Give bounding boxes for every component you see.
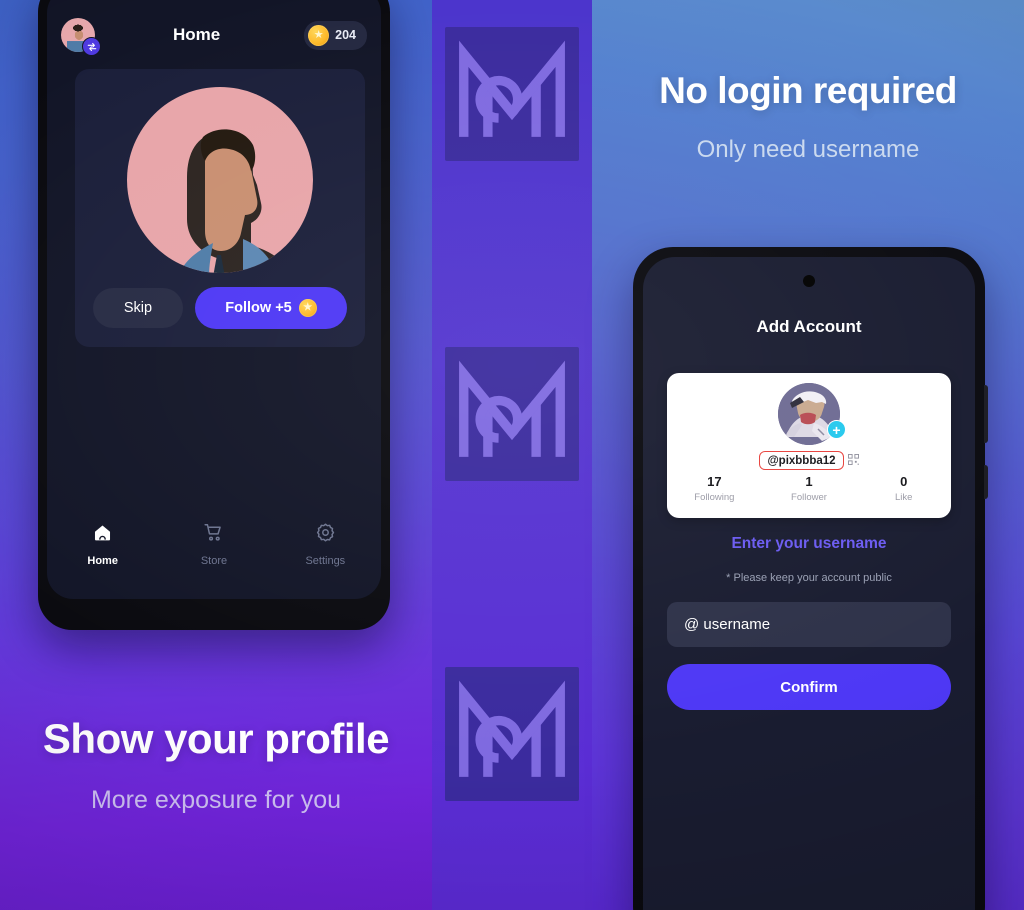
form-heading: Enter your username (731, 535, 887, 552)
left-headline: Show your profile (42, 715, 390, 762)
left-subhead: More exposure for you (90, 786, 342, 814)
skip-button[interactable]: Skip (93, 288, 183, 328)
account-preview-card: + @pixbbba12 17 Following 1 Follower 0 L… (667, 373, 951, 518)
page-title: Home (172, 25, 221, 44)
logo-strip-panel (432, 0, 592, 910)
account-username-row: @pixbbba12 (667, 451, 951, 471)
form-note: * Please keep your account public (726, 572, 892, 584)
app-logo-tile (445, 667, 579, 801)
stat-value: 17 (707, 474, 722, 489)
stat-like: 0 Like (856, 474, 951, 503)
topbar-avatar-group[interactable] (61, 18, 101, 56)
left-promo-panel: Show your profile More exposure for you (0, 0, 432, 910)
profile-actions: Skip Follow +5 ★ (93, 287, 347, 329)
follow-button-label: Follow +5 (225, 300, 292, 316)
bottom-navigation: Home Store Settings (47, 522, 381, 567)
right-headline: No login required (659, 70, 957, 111)
confirm-button[interactable]: Confirm (667, 664, 951, 710)
coin-star-icon: ★ (308, 24, 330, 46)
account-stats: 17 Following 1 Follower 0 Like (667, 474, 951, 503)
qr-code-icon[interactable] (847, 452, 859, 470)
coin-count: 204 (335, 28, 356, 42)
account-avatar-group[interactable]: + (778, 383, 846, 445)
stat-value: 1 (805, 474, 813, 489)
page-title: Add Account (756, 317, 862, 336)
left-phone-screen: Home ★ 204 Skip Follow +5 ★ Home Store S… (47, 0, 381, 599)
app-topbar: Home ★ 204 (47, 9, 381, 61)
nav-item-store[interactable]: Store (175, 522, 253, 567)
right-phone-mockup: Add Account + @pixbbba12 17 Following 1 … (633, 247, 988, 910)
right-subhead: Only need username (696, 136, 920, 163)
front-camera (803, 275, 815, 287)
plus-icon[interactable]: + (827, 420, 846, 439)
stat-label: Following (694, 492, 735, 503)
right-phone-screen: Add Account + @pixbbba12 17 Following 1 … (643, 257, 975, 910)
swap-accounts-icon[interactable] (82, 37, 101, 56)
stat-follower: 1 Follower (762, 474, 857, 503)
follow-button[interactable]: Follow +5 ★ (195, 287, 347, 329)
coin-star-icon: ★ (298, 299, 317, 317)
stat-following: 17 Following (667, 474, 762, 503)
stat-value: 0 (900, 474, 908, 489)
promo-screenshot: Show your profile More exposure for you (0, 0, 1024, 910)
nav-label-home: Home (87, 555, 118, 567)
profile-photo (127, 87, 313, 273)
stat-label: Like (894, 492, 913, 503)
username-highlight: @pixbbba12 (759, 451, 844, 471)
home-icon (92, 522, 113, 548)
phone-volume-button (984, 385, 988, 443)
left-promo-copy: Show your profile More exposure for you (0, 718, 432, 815)
username-input[interactable] (667, 602, 951, 647)
profile-card: Skip Follow +5 ★ (75, 69, 365, 347)
right-promo-copy: No login required Only need username (592, 72, 1024, 164)
nav-item-home[interactable]: Home (64, 522, 142, 567)
nav-label-store: Store (200, 555, 228, 567)
phone-power-button (984, 465, 988, 499)
gear-icon (315, 522, 336, 548)
stat-label: Follower (791, 492, 827, 503)
left-phone-mockup: Home ★ 204 Skip Follow +5 ★ Home Store S… (38, 0, 390, 630)
app-logo-tile (445, 347, 579, 481)
app-logo-tile (445, 27, 579, 161)
nav-label-settings: Settings (305, 555, 346, 567)
coin-balance-pill[interactable]: ★ 204 (304, 20, 367, 50)
nav-item-settings[interactable]: Settings (286, 522, 364, 567)
cart-icon (203, 522, 224, 548)
